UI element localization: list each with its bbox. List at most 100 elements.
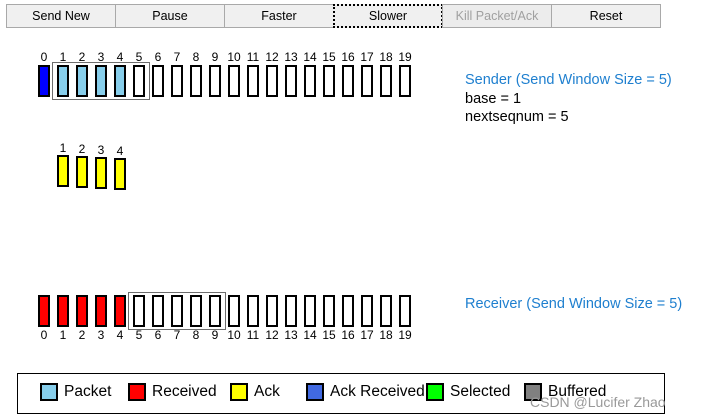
seq-number-0: 0 [40,50,48,64]
seq-number-12: 12 [265,328,279,342]
seq-number-19: 19 [398,328,412,342]
sender-window-frame [52,62,150,100]
receiver-slot-10[interactable] [228,295,240,327]
sender-slot-0[interactable] [38,65,50,97]
seq-number-4: 4 [116,328,124,342]
receiver-title: Receiver (Send Window Size = 5) [465,296,683,312]
reset-button[interactable]: Reset [551,4,661,28]
legend-swatch [128,383,146,401]
pause-button[interactable]: Pause [115,4,225,28]
sender-nextseqnum: nextseqnum = 5 [465,109,569,125]
ack-label-3: 3 [97,143,105,157]
receiver-slot-18[interactable] [380,295,392,327]
receiver-slot-13[interactable] [285,295,297,327]
seq-number-6: 6 [154,50,162,64]
seq-number-5: 5 [135,328,143,342]
send-new-button[interactable]: Send New [6,4,116,28]
sender-slot-11[interactable] [247,65,259,97]
legend-swatch [230,383,248,401]
seq-number-2: 2 [78,328,86,342]
legend-item-packet: Packet [40,383,111,401]
sender-slot-16[interactable] [342,65,354,97]
seq-number-17: 17 [360,328,374,342]
slower-button[interactable]: Slower [333,4,443,28]
receiver-slot-17[interactable] [361,295,373,327]
receiver-slot-16[interactable] [342,295,354,327]
sender-slot-7[interactable] [171,65,183,97]
seq-number-10: 10 [227,50,241,64]
receiver-slot-15[interactable] [323,295,335,327]
seq-number-16: 16 [341,328,355,342]
seq-number-3: 3 [97,328,105,342]
ack-packet-4[interactable] [114,158,126,190]
ack-label-2: 2 [78,142,86,156]
seq-number-14: 14 [303,328,317,342]
legend-swatch [40,383,58,401]
legend-item-ack-received: Ack Received [306,383,425,401]
kill-packet-ack-button[interactable]: Kill Packet/Ack [442,4,552,28]
seq-number-15: 15 [322,50,336,64]
legend-label: Packet [64,383,112,400]
ack-packet-1[interactable] [57,155,69,187]
faster-button[interactable]: Faster [224,4,334,28]
ack-packet-2[interactable] [76,156,88,188]
seq-number-0: 0 [40,328,48,342]
legend-label: Ack [254,383,280,400]
seq-number-18: 18 [379,50,393,64]
seq-number-10: 10 [227,328,241,342]
seq-number-6: 6 [154,328,162,342]
sender-slot-18[interactable] [380,65,392,97]
ack-label-1: 1 [59,141,67,155]
seq-number-7: 7 [173,50,181,64]
seq-number-19: 19 [398,50,412,64]
seq-number-9: 9 [211,50,219,64]
seq-number-8: 8 [192,50,200,64]
seq-number-14: 14 [303,50,317,64]
sender-slot-15[interactable] [323,65,335,97]
receiver-slot-1[interactable] [57,295,69,327]
seq-number-11: 11 [246,50,260,64]
seq-number-18: 18 [379,328,393,342]
sender-slot-14[interactable] [304,65,316,97]
sender-slot-10[interactable] [228,65,240,97]
receiver-slot-11[interactable] [247,295,259,327]
watermark: CSDN @Lucifer Zhao [530,394,666,410]
receiver-slot-2[interactable] [76,295,88,327]
sender-slot-6[interactable] [152,65,164,97]
toolbar: Send New Pause Faster Slower Kill Packet… [6,4,661,28]
sender-slot-13[interactable] [285,65,297,97]
sender-slot-12[interactable] [266,65,278,97]
receiver-slot-4[interactable] [114,295,126,327]
seq-number-12: 12 [265,50,279,64]
receiver-slot-12[interactable] [266,295,278,327]
legend-item-ack: Ack [230,383,280,401]
seq-number-13: 13 [284,328,298,342]
legend-label: Selected [450,383,511,400]
seq-number-13: 13 [284,50,298,64]
seq-number-15: 15 [322,328,336,342]
legend-item-received: Received [128,383,217,401]
sender-title: Sender (Send Window Size = 5) [465,72,672,88]
ack-label-4: 4 [116,144,124,158]
sender-slot-8[interactable] [190,65,202,97]
seq-number-16: 16 [341,50,355,64]
sender-slot-17[interactable] [361,65,373,97]
receiver-slot-19[interactable] [399,295,411,327]
legend-label: Ack Received [330,383,425,400]
seq-number-1: 1 [59,328,67,342]
receiver-slot-3[interactable] [95,295,107,327]
legend-swatch [426,383,444,401]
legend-item-selected: Selected [426,383,510,401]
sender-slot-19[interactable] [399,65,411,97]
receiver-slot-14[interactable] [304,295,316,327]
legend-label: Received [152,383,217,400]
receiver-slot-0[interactable] [38,295,50,327]
ack-packet-3[interactable] [95,157,107,189]
seq-number-11: 11 [246,328,260,342]
seq-number-8: 8 [192,328,200,342]
legend-swatch [306,383,324,401]
seq-number-17: 17 [360,50,374,64]
sender-slot-9[interactable] [209,65,221,97]
seq-number-9: 9 [211,328,219,342]
seq-number-7: 7 [173,328,181,342]
